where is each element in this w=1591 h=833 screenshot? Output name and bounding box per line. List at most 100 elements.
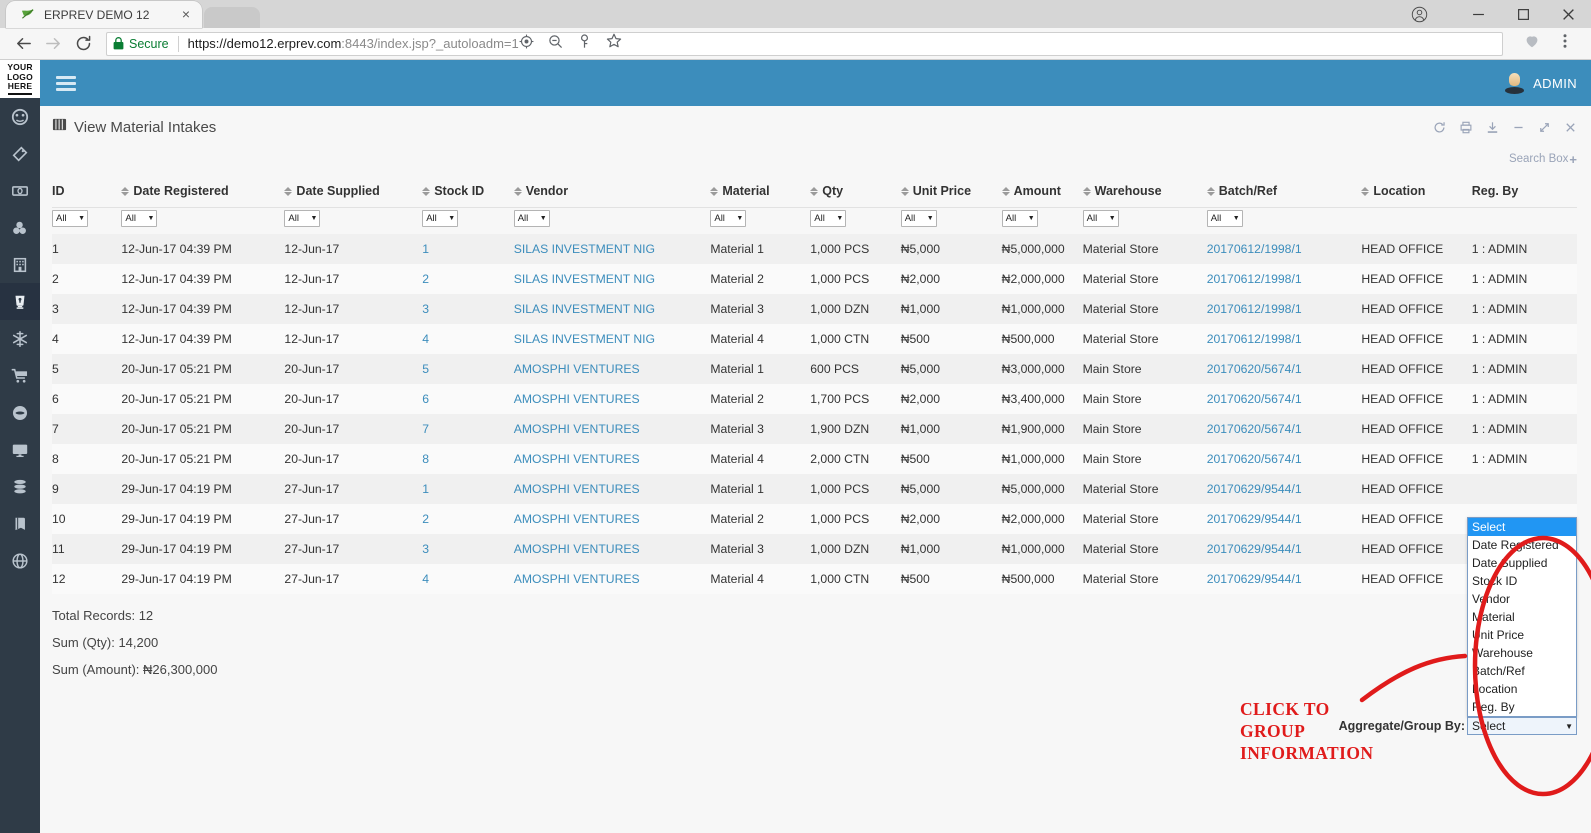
sort-icon[interactable] xyxy=(422,186,431,196)
table-row[interactable]: 5 20-Jun-17 05:21 PM 20-Jun-17 5 AMOSPHI VEN… xyxy=(52,354,1577,384)
password-key-icon[interactable] xyxy=(577,33,592,54)
cell-vendor[interactable]: AMOSPHI VENTURES xyxy=(513,444,711,474)
browser-menu-icon[interactable] xyxy=(1557,33,1573,54)
sidebar-item-disc[interactable] xyxy=(0,394,40,431)
table-row[interactable]: 10 29-Jun-17 04:19 PM 27-Jun-17 2 AMOSPHI VE… xyxy=(52,504,1577,534)
sort-icon[interactable] xyxy=(1361,186,1370,196)
groupby-option[interactable]: Stock ID xyxy=(1468,572,1576,590)
close-icon[interactable] xyxy=(1564,121,1577,134)
filter-select-qty[interactable]: All ▼ xyxy=(810,210,847,227)
column-header-warehouse[interactable]: Warehouse xyxy=(1082,176,1207,208)
sort-icon[interactable] xyxy=(900,186,909,196)
minimize-icon[interactable] xyxy=(1512,121,1525,134)
table-row[interactable]: 8 20-Jun-17 05:21 PM 20-Jun-17 8 AMOSPHI VEN… xyxy=(52,444,1577,474)
sort-icon[interactable] xyxy=(284,186,293,196)
cell-batch_ref[interactable]: 20170612/1998/1 xyxy=(1206,294,1362,324)
filter-select-batch_ref[interactable]: All ▼ xyxy=(1206,210,1243,227)
cell-vendor[interactable]: SILAS INVESTMENT NIG xyxy=(513,294,711,324)
sidebar-item-book[interactable] xyxy=(0,505,40,542)
profile-icon[interactable] xyxy=(1397,0,1442,28)
cell-stock_id[interactable]: 4 xyxy=(422,324,514,354)
user-area[interactable]: ADMIN xyxy=(1505,72,1577,94)
cell-stock_id[interactable]: 2 xyxy=(422,264,514,294)
cell-vendor[interactable]: AMOSPHI VENTURES xyxy=(513,414,711,444)
sort-icon[interactable] xyxy=(513,186,522,196)
cell-vendor[interactable]: AMOSPHI VENTURES xyxy=(513,384,711,414)
groupby-option[interactable]: Date Supplied xyxy=(1468,554,1576,572)
back-button[interactable] xyxy=(8,29,38,59)
cell-stock_id[interactable]: 1 xyxy=(422,474,514,504)
refresh-icon[interactable] xyxy=(1433,121,1446,134)
bookmark-star-icon[interactable] xyxy=(606,33,622,54)
sort-icon[interactable] xyxy=(710,186,719,196)
table-row[interactable]: 3 12-Jun-17 04:39 PM 12-Jun-17 3 SILAS INVES… xyxy=(52,294,1577,324)
sort-icon[interactable] xyxy=(810,186,819,196)
groupby-option[interactable]: Location xyxy=(1468,680,1576,698)
groupby-option[interactable]: Unit Price xyxy=(1468,626,1576,644)
table-row[interactable]: 9 29-Jun-17 04:19 PM 27-Jun-17 1 AMOSPHI VEN… xyxy=(52,474,1577,504)
sort-icon[interactable] xyxy=(1001,186,1010,196)
sidebar-item-building[interactable] xyxy=(0,246,40,283)
groupby-option[interactable]: Reg. By xyxy=(1468,698,1576,716)
filter-select-stock_id[interactable]: All ▼ xyxy=(422,210,459,227)
sidebar-item-money[interactable] xyxy=(0,172,40,209)
sidebar-item-cart[interactable] xyxy=(0,357,40,394)
hamburger-menu-icon[interactable] xyxy=(56,75,76,91)
cell-stock_id[interactable]: 4 xyxy=(422,564,514,594)
cell-vendor[interactable]: SILAS INVESTMENT NIG xyxy=(513,264,711,294)
cell-batch_ref[interactable]: 20170629/9544/1 xyxy=(1206,504,1362,534)
cell-vendor[interactable]: AMOSPHI VENTURES xyxy=(513,534,711,564)
sidebar-item-layers[interactable] xyxy=(0,209,40,246)
cell-batch_ref[interactable]: 20170629/9544/1 xyxy=(1206,564,1362,594)
sidebar-item-tag[interactable] xyxy=(0,135,40,172)
cell-vendor[interactable]: SILAS INVESTMENT NIG xyxy=(513,234,711,264)
download-icon[interactable] xyxy=(1486,121,1499,134)
groupby-option[interactable]: Material xyxy=(1468,608,1576,626)
filter-select-amount[interactable]: All ▼ xyxy=(1001,210,1038,227)
reload-button[interactable] xyxy=(68,29,98,59)
cell-vendor[interactable]: AMOSPHI VENTURES xyxy=(513,504,711,534)
search-box-toggle[interactable]: Search Box + xyxy=(1509,152,1577,167)
sidebar-item-database[interactable] xyxy=(0,468,40,505)
column-header-amount[interactable]: Amount xyxy=(1001,176,1083,208)
cell-batch_ref[interactable]: 20170629/9544/1 xyxy=(1206,534,1362,564)
cell-stock_id[interactable]: 8 xyxy=(422,444,514,474)
column-header-stock_id[interactable]: Stock ID xyxy=(422,176,514,208)
filter-select-material[interactable]: All ▼ xyxy=(710,210,747,227)
cell-stock_id[interactable]: 5 xyxy=(422,354,514,384)
cell-batch_ref[interactable]: 20170612/1998/1 xyxy=(1206,234,1362,264)
column-header-unit_price[interactable]: Unit Price xyxy=(900,176,1002,208)
print-icon[interactable] xyxy=(1459,121,1473,134)
column-header-date_registered[interactable]: Date Registered xyxy=(121,176,285,208)
minimize-window-button[interactable] xyxy=(1456,0,1501,28)
filter-select-warehouse[interactable]: All ▼ xyxy=(1082,210,1119,227)
groupby-option[interactable]: Date Registered xyxy=(1468,536,1576,554)
sidebar-item-globe[interactable] xyxy=(0,542,40,579)
zoom-out-icon[interactable] xyxy=(548,34,563,54)
sidebar-item-trophy[interactable] xyxy=(0,283,40,320)
table-row[interactable]: 11 29-Jun-17 04:19 PM 27-Jun-17 3 AMOSPHI VE… xyxy=(52,534,1577,564)
sort-icon[interactable] xyxy=(121,186,130,196)
cell-batch_ref[interactable]: 20170620/5674/1 xyxy=(1206,384,1362,414)
cell-stock_id[interactable]: 7 xyxy=(422,414,514,444)
cell-stock_id[interactable]: 3 xyxy=(422,534,514,564)
sidebar-item-monitor[interactable] xyxy=(0,431,40,468)
cell-vendor[interactable]: AMOSPHI VENTURES xyxy=(513,354,711,384)
cell-vendor[interactable]: SILAS INVESTMENT NIG xyxy=(513,324,711,354)
filter-select-vendor[interactable]: All ▼ xyxy=(513,210,550,227)
address-bar[interactable]: Secure https://demo12.erprev.com:8443/in… xyxy=(106,31,1503,56)
cell-batch_ref[interactable]: 20170620/5674/1 xyxy=(1206,354,1362,384)
groupby-select[interactable]: Select ▼ xyxy=(1467,717,1577,735)
column-header-date_supplied[interactable]: Date Supplied xyxy=(284,176,423,208)
groupby-option[interactable]: Warehouse xyxy=(1468,644,1576,662)
groupby-option[interactable]: Select xyxy=(1468,518,1576,536)
groupby-option[interactable]: Vendor xyxy=(1468,590,1576,608)
cell-batch_ref[interactable]: 20170629/9544/1 xyxy=(1206,474,1362,504)
cell-batch_ref[interactable]: 20170612/1998/1 xyxy=(1206,324,1362,354)
column-header-material[interactable]: Material xyxy=(710,176,811,208)
column-header-qty[interactable]: Qty xyxy=(810,176,901,208)
expand-icon[interactable] xyxy=(1538,121,1551,134)
table-row[interactable]: 2 12-Jun-17 04:39 PM 12-Jun-17 2 SILAS INVES… xyxy=(52,264,1577,294)
extension-icon[interactable] xyxy=(1523,32,1541,55)
sort-icon[interactable] xyxy=(1206,186,1215,196)
